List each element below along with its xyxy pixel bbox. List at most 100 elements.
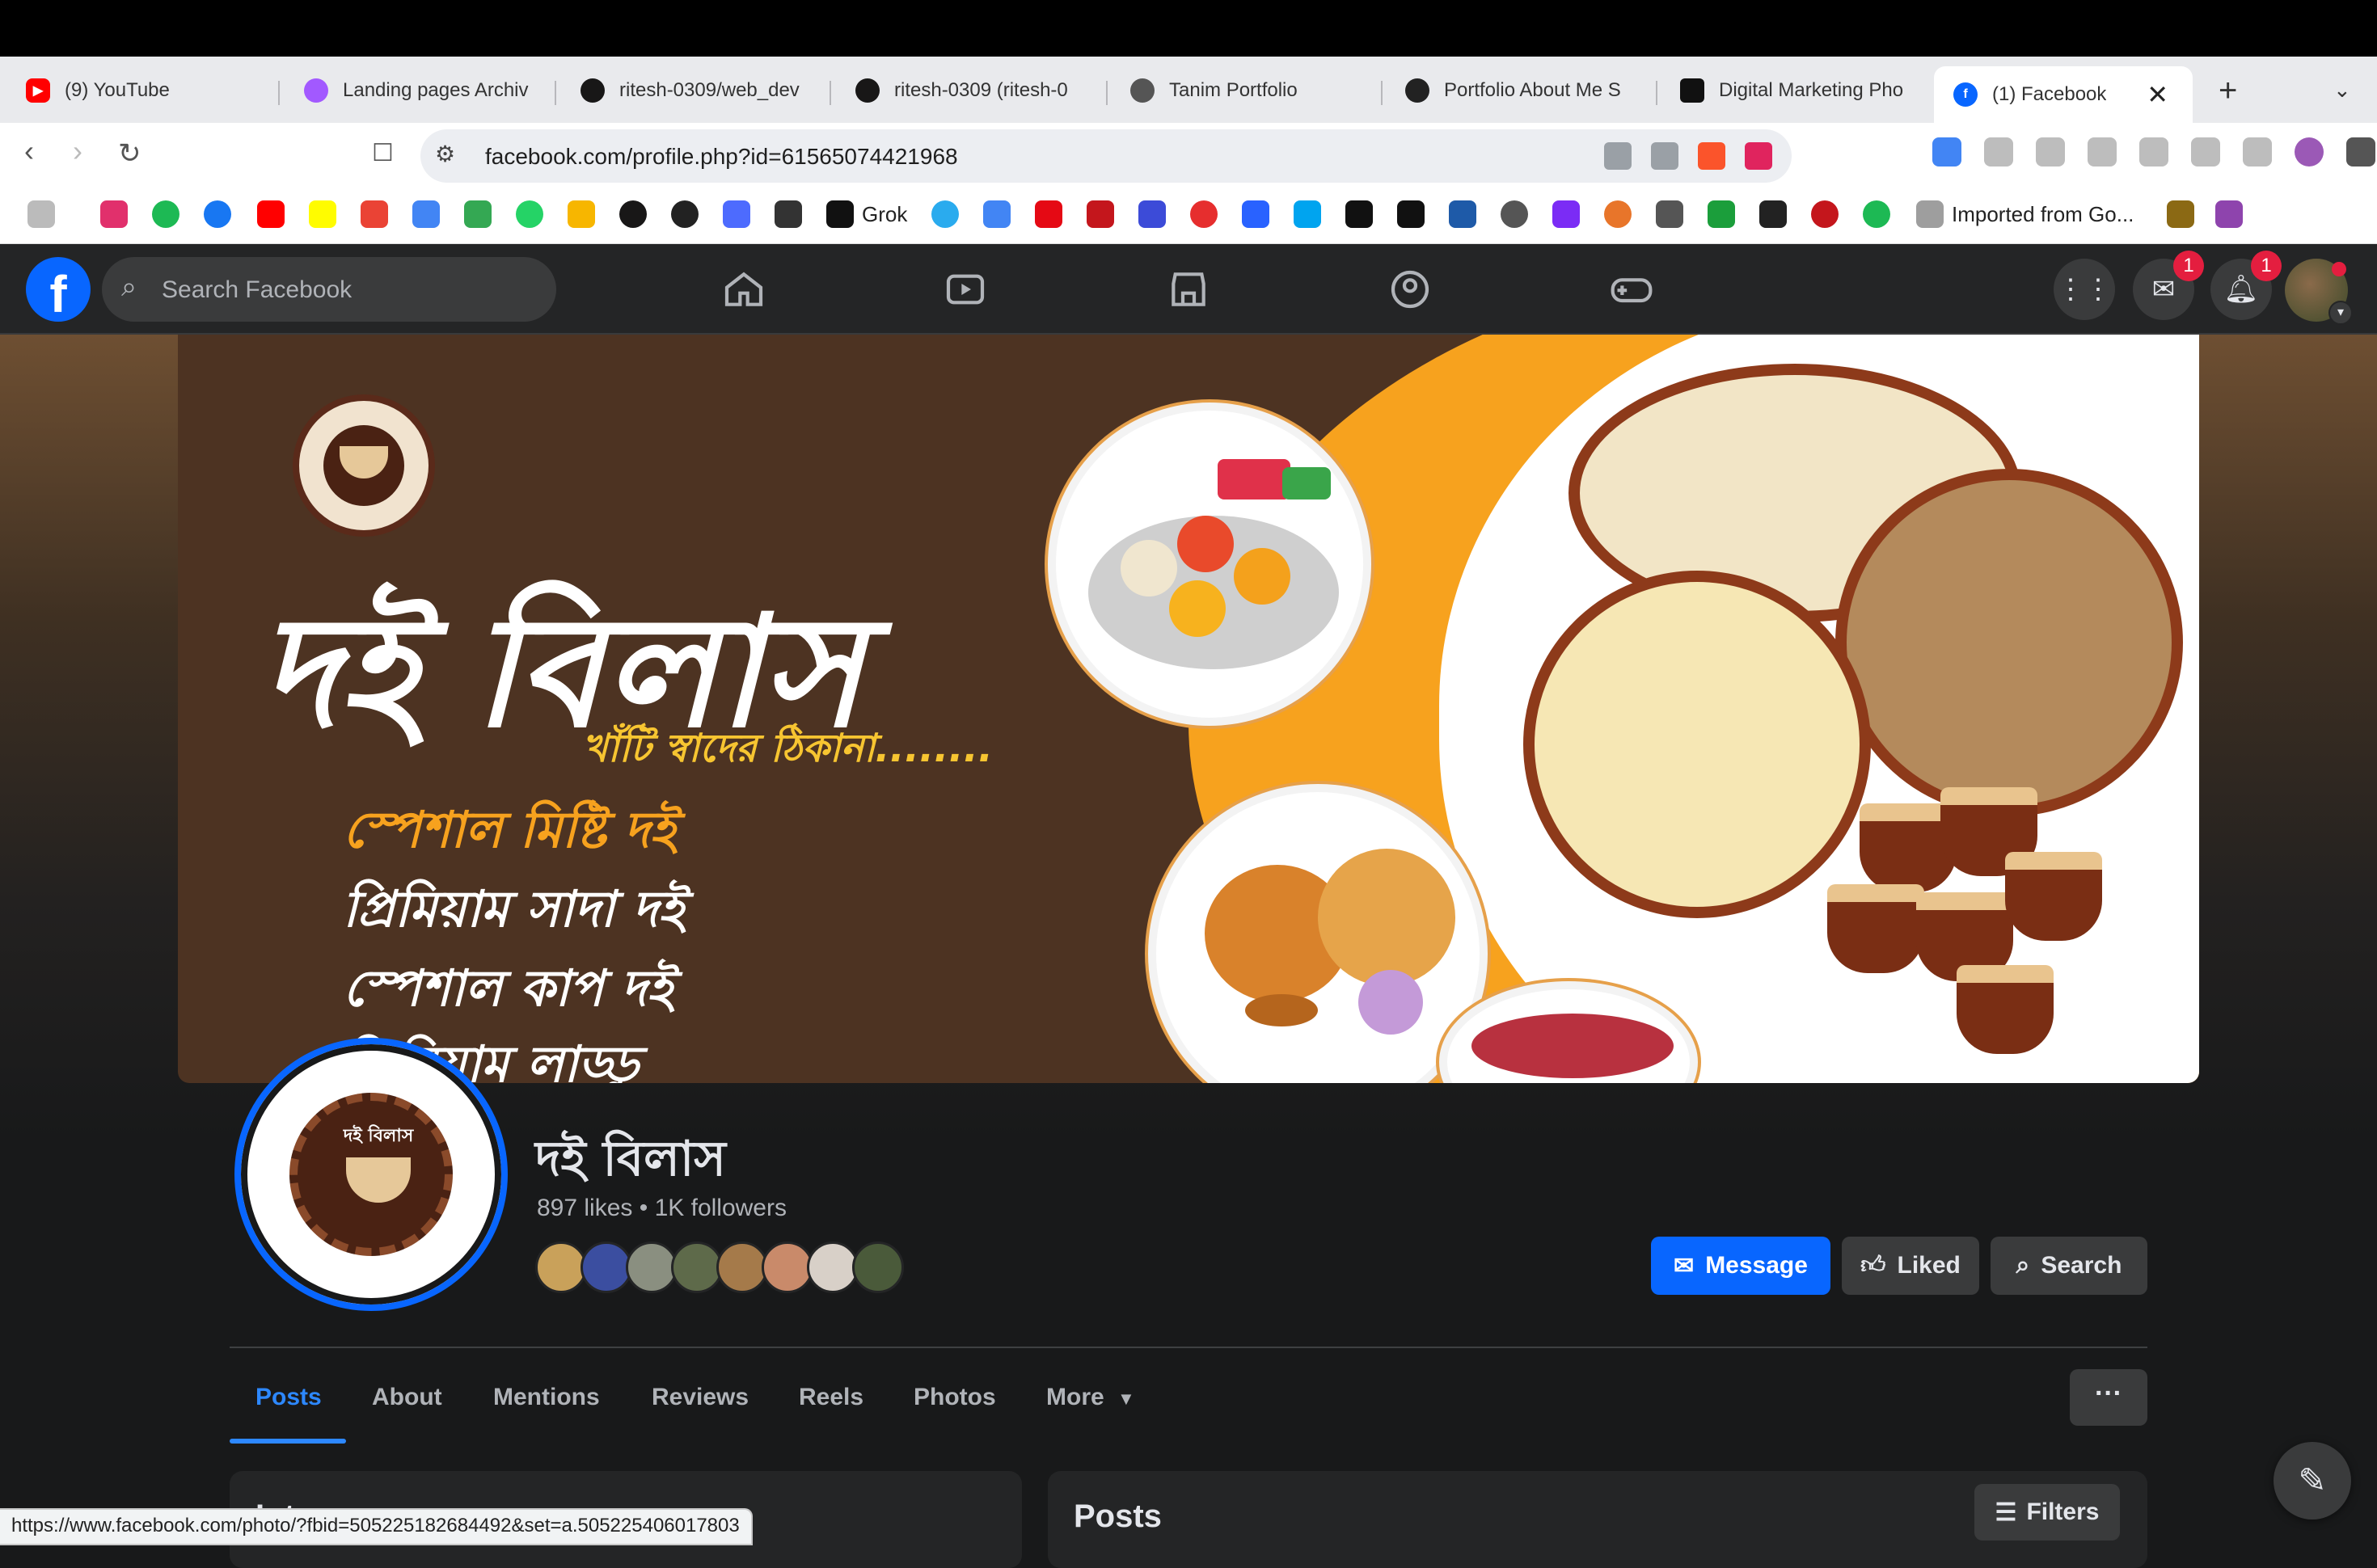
tab-facebook-active[interactable]: f (1) Facebook ✕ (1934, 66, 2193, 123)
docs-icon[interactable] (412, 200, 440, 228)
tab-tanim-portfolio[interactable]: Tanim Portfolio (1111, 65, 1378, 116)
bookmark-icon[interactable] (1294, 200, 1321, 228)
tab-more[interactable]: More ▼ (1046, 1384, 1135, 1411)
bookmark-icon[interactable] (1397, 200, 1425, 228)
wallet-icon[interactable] (2139, 137, 2168, 166)
bookmark-icon[interactable]: ☐ (372, 139, 394, 167)
bookmark-icon[interactable] (2215, 200, 2243, 228)
download-icon[interactable] (2036, 137, 2065, 166)
bookmark-icon[interactable] (1656, 200, 1683, 228)
avatar[interactable] (671, 1241, 723, 1293)
drive-icon[interactable] (464, 200, 492, 228)
bookmark-icon[interactable] (1811, 200, 1839, 228)
tab-digital-marketing[interactable]: Digital Marketing Pho (1661, 65, 1927, 116)
avatar[interactable] (581, 1241, 632, 1293)
bookmark-icon[interactable] (1708, 200, 1735, 228)
tab-github-webdev[interactable]: ritesh-0309/web_dev (561, 65, 828, 116)
globe-icon[interactable] (1501, 200, 1528, 228)
apps-icon[interactable] (27, 200, 55, 228)
bookmark-icon[interactable] (1449, 200, 1476, 228)
tab-reels[interactable]: Reels (799, 1384, 863, 1411)
new-tab-button[interactable]: + (2219, 73, 2237, 109)
bookmark-icon[interactable] (2167, 200, 2194, 228)
bookmark-icon[interactable] (1759, 200, 1787, 228)
profile-icon[interactable] (2295, 137, 2324, 166)
instagram-icon[interactable] (100, 200, 128, 228)
cover-photo[interactable]: দই বিলাস খাঁটি স্বাদের ঠিকানা........ স্… (178, 335, 2199, 1083)
tab-photos[interactable]: Photos (914, 1384, 996, 1411)
tab-reviews[interactable]: Reviews (652, 1384, 749, 1411)
docs-icon[interactable] (983, 200, 1011, 228)
telegram-icon[interactable] (931, 200, 959, 228)
puzzle-icon[interactable] (1984, 137, 2013, 166)
brave-shields-icon[interactable] (1698, 142, 1725, 170)
back-icon[interactable]: ‹ (24, 134, 34, 168)
groups-icon[interactable] (1387, 267, 1433, 312)
tab-youtube[interactable]: ▶ (9) YouTube (6, 65, 273, 116)
leo-icon[interactable] (2191, 137, 2220, 166)
sidebar-icon[interactable] (2088, 137, 2117, 166)
bookmark-icon[interactable] (1863, 200, 1890, 228)
youtube-icon[interactable] (257, 200, 285, 228)
bookmark-icon[interactable] (1138, 200, 1166, 228)
tab-about[interactable]: About (372, 1384, 442, 1411)
gmail-icon[interactable] (361, 200, 388, 228)
avatar[interactable] (626, 1241, 678, 1293)
tab-landing-pages[interactable]: Landing pages Archiv (285, 65, 551, 116)
more-options-button[interactable]: ··· (2070, 1369, 2147, 1426)
extension-icon[interactable] (1932, 137, 1961, 166)
snapchat-icon[interactable] (309, 200, 336, 228)
bookmark-icon[interactable] (1552, 200, 1580, 228)
compose-message-button[interactable]: ✎ (2274, 1442, 2351, 1520)
folder-icon[interactable] (1916, 200, 1944, 228)
facebook-icon[interactable] (204, 200, 231, 228)
address-bar[interactable]: ⚙ facebook.com/profile.php?id=6156507442… (420, 129, 1792, 183)
tab-posts[interactable]: Posts (255, 1384, 322, 1411)
bookmark-icon[interactable] (1190, 200, 1218, 228)
openai-icon[interactable] (671, 200, 699, 228)
close-tab-icon[interactable]: ✕ (2147, 79, 2168, 110)
brave-rewards-icon[interactable] (1745, 142, 1772, 170)
bookmark-icon[interactable] (1345, 200, 1373, 228)
bookmark-grok-label[interactable]: Grok (862, 202, 907, 227)
avatar[interactable] (535, 1241, 587, 1293)
tab-list-chevron-icon[interactable]: ⌄ (2333, 78, 2351, 103)
bookmark-folder-label[interactable]: Imported from Go... (1952, 202, 2134, 227)
marketplace-icon[interactable] (1166, 267, 1211, 312)
bookmark-icon[interactable] (568, 200, 595, 228)
gaming-icon[interactable] (1609, 267, 1654, 312)
share-icon[interactable] (1651, 142, 1678, 170)
chevron-down-icon[interactable]: ▾ (2328, 301, 2353, 325)
search-button[interactable]: ⌕ Search (1991, 1237, 2147, 1295)
bookmark-icon[interactable] (1087, 200, 1114, 228)
reload-icon[interactable]: ↻ (118, 137, 141, 170)
message-button[interactable]: ✉ Message (1651, 1237, 1830, 1295)
bookmark-icon[interactable] (1604, 200, 1632, 228)
site-settings-icon[interactable]: ⚙ (435, 141, 461, 166)
avatar[interactable] (852, 1241, 904, 1293)
liked-button[interactable]: 👍︎ Liked (1842, 1237, 1979, 1295)
github-icon[interactable] (619, 200, 647, 228)
bookmark-icon[interactable] (1035, 200, 1062, 228)
spotify-icon[interactable] (152, 200, 179, 228)
facebook-search-input[interactable]: ⌕ Search Facebook (102, 257, 556, 322)
tab-github-profile[interactable]: ritesh-0309 (ritesh-0 (836, 65, 1103, 116)
whatsapp-icon[interactable] (516, 200, 543, 228)
filters-button[interactable]: ☰ Filters (1974, 1484, 2120, 1541)
deepseek-icon[interactable] (723, 200, 750, 228)
menu-grid-icon[interactable]: ⋮⋮ (2054, 259, 2115, 320)
tab-portfolio-about[interactable]: Portfolio About Me S (1386, 65, 1653, 116)
menu-icon[interactable] (2346, 137, 2375, 166)
facebook-logo-icon[interactable]: f (26, 257, 91, 323)
cast-icon[interactable] (1604, 142, 1632, 170)
grok-icon[interactable] (826, 200, 854, 228)
perplexity-icon[interactable] (775, 200, 802, 228)
bookmark-icon[interactable] (1242, 200, 1269, 228)
home-icon[interactable] (721, 267, 766, 312)
tab-mentions[interactable]: Mentions (493, 1384, 600, 1411)
likes-followers-count[interactable]: 897 likes • 1K followers (537, 1195, 787, 1222)
avatar[interactable] (807, 1241, 859, 1293)
avatar[interactable] (716, 1241, 768, 1293)
forward-icon[interactable]: › (73, 134, 82, 168)
avatar[interactable] (762, 1241, 813, 1293)
